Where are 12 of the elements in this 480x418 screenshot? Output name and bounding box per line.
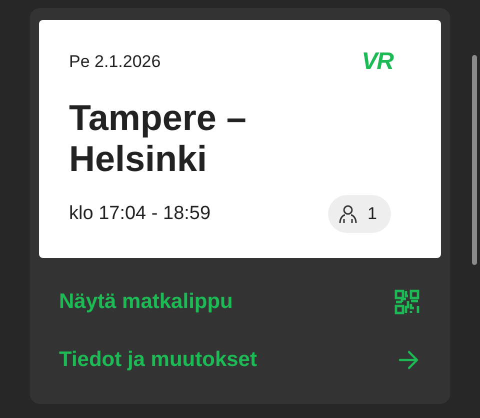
scrollbar[interactable] xyxy=(472,55,477,265)
ticket-card[interactable]: Pe 2.1.2026 VR Tampere – Helsinki klo 17:04 - 18:59 1 xyxy=(39,20,441,258)
action-link[interactable]: Näytä matkalippu xyxy=(59,273,420,331)
travel-time: klo 17:04 - 18:59 xyxy=(69,203,211,225)
travel-date: Pe 2.1.2026 xyxy=(69,52,161,72)
route-title: Tampere – Helsinki xyxy=(69,97,248,179)
arrow-right-icon xyxy=(398,350,420,370)
passenger-badge: 1 xyxy=(328,195,391,233)
person-icon xyxy=(338,204,358,224)
brand-logo: VR xyxy=(362,48,393,76)
action-link[interactable]: Tiedot ja muutokset xyxy=(59,331,420,389)
qr-code-icon xyxy=(394,289,420,315)
